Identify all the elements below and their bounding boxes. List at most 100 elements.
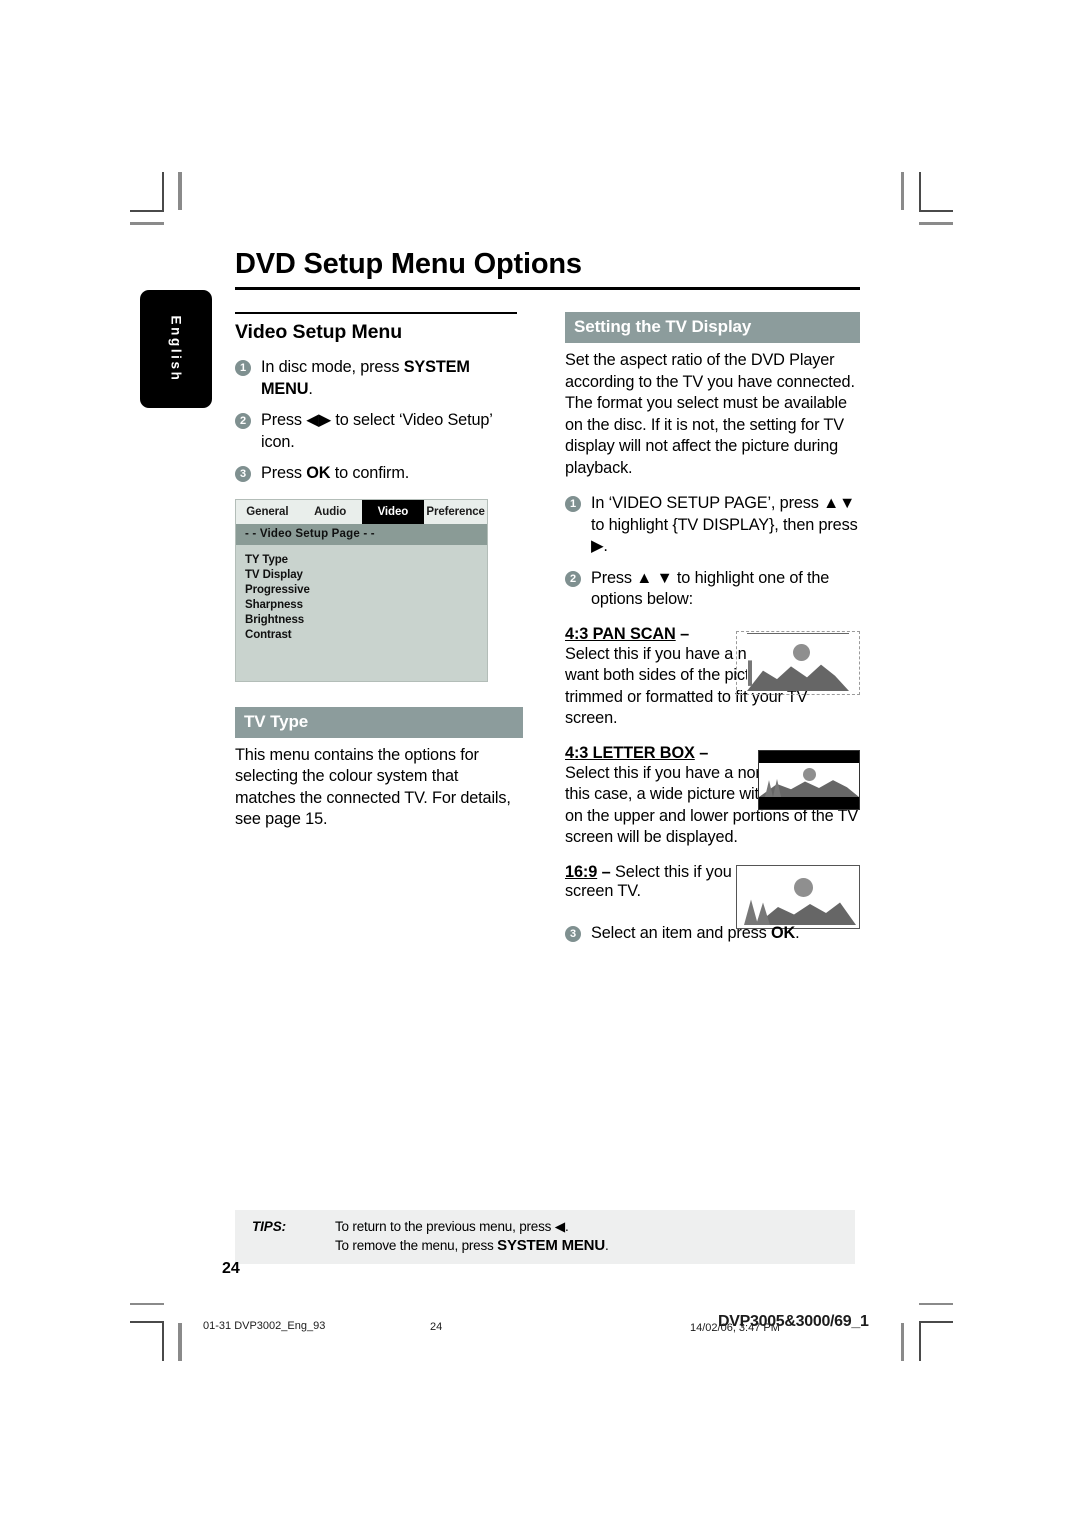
dvd-setup-menu-screenshot: General Audio Video Preference - - Video… <box>235 498 488 682</box>
setting-tv-display-intro: Set the aspect ratio of the DVD Player a… <box>565 351 855 477</box>
mountain-shape <box>759 778 859 797</box>
right-step-2: 2 Press ▲ ▼ to highlight one of the opti… <box>565 568 860 611</box>
tips-line-1-post: . <box>564 1219 569 1234</box>
dvd-tab-preference[interactable]: Preference <box>424 500 487 524</box>
left-step-1-pre: In disc mode, press <box>261 358 404 376</box>
option-letter-box: 4:3 LETTER BOX – Select this if you have… <box>565 744 860 849</box>
right-step-2-pre: Press <box>591 568 637 587</box>
tips-line-2-bold: SYSTEM MENU <box>497 1236 605 1254</box>
crop-mark-bottom-right-horizontal <box>919 1321 953 1323</box>
tips-lines: To return to the previous menu, press ◀.… <box>335 1218 855 1255</box>
crop-mark-top-right-tick <box>901 172 904 210</box>
dvd-menu-item-contrast[interactable]: Contrast <box>245 628 487 643</box>
left-step-3-pre: Press <box>261 464 307 482</box>
left-step-3-post: to confirm. <box>330 464 410 482</box>
up-down-arrow-icon-2: ▲ ▼ <box>636 568 673 587</box>
right-step-number-3: 3 <box>565 925 581 942</box>
tips-line-1-pre: To return to the previous menu, press <box>335 1219 555 1234</box>
tips-line-2-post: . <box>604 1237 609 1253</box>
right-step-1-post: . <box>603 537 608 555</box>
letter-box-dash: – <box>694 743 709 762</box>
printer-footer-file: 01-31 DVP3002_Eng_93 <box>203 1320 326 1332</box>
printer-footer-job: DVP3005&3000/69_1 <box>718 1313 869 1330</box>
right-step-1: 1 In ‘VIDEO SETUP PAGE’, press ▲▼ to hig… <box>565 493 860 558</box>
page-number: 24 <box>222 1260 240 1277</box>
pan-scan-dash: – <box>675 624 690 643</box>
right-step-3: 3 Select an item and press OK. <box>565 923 860 945</box>
dvd-menu-item-progressive[interactable]: Progressive <box>245 583 487 598</box>
dvd-tab-audio[interactable]: Audio <box>299 500 362 524</box>
mountain-shape <box>747 659 849 691</box>
right-column: Setting the TV Display Set the aspect ra… <box>565 312 860 954</box>
language-tab: English <box>140 290 212 408</box>
left-step-2: 2 Press ◀▶ to select ‘Video Setup’ icon. <box>235 410 523 453</box>
video-setup-heading: Video Setup Menu <box>235 321 403 343</box>
letter-box-illustration <box>758 749 860 810</box>
dvd-menu-tabs: General Audio Video Preference <box>236 499 487 524</box>
left-arrow-icon: ◀ <box>554 1219 565 1234</box>
crop-mark-top-left-horizontal <box>130 210 164 212</box>
crop-mark-top-left-vertical <box>162 172 164 212</box>
letterbox-band-bottom <box>759 796 859 809</box>
crop-mark-top-left-bar <box>130 222 164 225</box>
setting-tv-display-heading: Setting the TV Display <box>565 312 860 343</box>
crop-mark-top-left-tick <box>178 172 182 210</box>
right-step-1-pre: In ‘VIDEO SETUP PAGE’, press <box>591 494 824 512</box>
option-widescreen: 16:9 – Select this if you have a wide-sc… <box>565 862 860 929</box>
left-step-1-post: . <box>308 379 313 398</box>
step-number-1: 1 <box>235 360 251 376</box>
video-setup-rule <box>235 312 517 314</box>
widescreen-dash: – <box>597 862 615 881</box>
crop-mark-top-right-horizontal <box>919 210 953 212</box>
tv-type-body: This menu contains the options for selec… <box>235 745 511 829</box>
crop-mark-top-right-bar <box>919 222 953 225</box>
letter-box-tv-frame <box>759 762 859 797</box>
pan-scan-illustration <box>736 630 860 695</box>
crop-mark-bottom-right-tick <box>901 1323 904 1361</box>
left-step-3-bold: OK <box>306 464 331 482</box>
widescreen-illustration <box>736 864 860 929</box>
tips-box: TIPS: To return to the previous menu, pr… <box>235 1210 855 1264</box>
dvd-menu-item-brightness[interactable]: Brightness <box>245 613 487 628</box>
dvd-tab-general[interactable]: General <box>236 500 299 524</box>
right-step-1-mid: to highlight {TV DISPLAY}, then press <box>591 515 858 534</box>
printer-footer-page: 24 <box>430 1321 443 1333</box>
right-step-3-post: . <box>795 923 800 942</box>
right-step-3-bold: OK <box>770 923 796 942</box>
page-title: DVD Setup Menu Options <box>235 248 582 280</box>
dvd-menu-item-list: TY Type TV Display Progressive Sharpness… <box>236 545 487 643</box>
tv-type-heading: TV Type <box>235 706 523 738</box>
tips-label: TIPS: <box>252 1219 287 1234</box>
pan-scan-tv-frame <box>747 632 849 691</box>
crop-mark-bottom-left-bar <box>130 1303 164 1305</box>
step-number-2: 2 <box>235 413 251 429</box>
crop-mark-bottom-left-horizontal <box>130 1321 164 1323</box>
crop-mark-bottom-left-vertical <box>162 1321 164 1361</box>
crop-mark-top-right-vertical <box>919 172 921 212</box>
mountain-shape <box>744 899 856 925</box>
dvd-menu-page-bar: - - Video Setup Page - - <box>236 523 487 545</box>
crop-mark-bottom-right-vertical <box>919 1321 921 1361</box>
right-step-number-1: 1 <box>565 496 581 512</box>
step-number-3: 3 <box>235 466 251 482</box>
left-right-arrow-icon: ◀▶ <box>306 411 331 429</box>
dvd-menu-item-ty-type[interactable]: TY Type <box>245 553 487 568</box>
left-step-2-pre: Press <box>261 411 307 429</box>
left-step-1: 1 In disc mode, press SYSTEM MENU. <box>235 357 523 400</box>
dvd-menu-item-tv-display[interactable]: TV Display <box>245 568 487 583</box>
left-column: Video Setup Menu 1 In disc mode, press S… <box>235 312 523 831</box>
dvd-tab-video[interactable]: Video <box>361 499 425 524</box>
tips-line-2: To remove the menu, press SYSTEM MENU. <box>335 1237 855 1256</box>
right-step-3-pre: Select an item and press <box>591 923 771 942</box>
dvd-menu-item-sharpness[interactable]: Sharpness <box>245 598 487 613</box>
widescreen-label: 16:9 <box>565 862 598 881</box>
pan-scan-label: 4:3 PAN SCAN <box>565 624 676 643</box>
right-step-number-2: 2 <box>565 570 581 587</box>
title-rule <box>235 287 860 290</box>
right-arrow-icon-1: ▶ <box>591 537 604 555</box>
letterbox-band-top <box>759 750 859 763</box>
tips-line-1: To return to the previous menu, press ◀. <box>335 1218 855 1237</box>
up-down-arrow-icon-1: ▲▼ <box>823 494 856 512</box>
language-tab-label: English <box>168 315 184 383</box>
left-step-3: 3 Press OK to confirm. <box>235 463 523 485</box>
